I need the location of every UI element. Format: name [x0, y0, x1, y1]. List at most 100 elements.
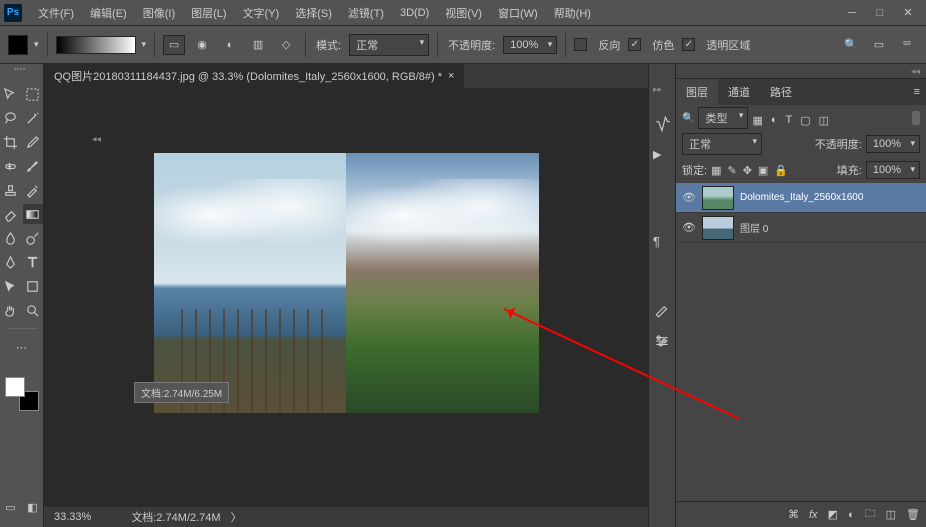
menu-image[interactable]: 图像(I)	[135, 5, 183, 21]
menu-view[interactable]: 视图(V)	[437, 5, 490, 21]
search-icon[interactable]: 🔍	[840, 35, 862, 55]
color-swatches[interactable]	[5, 377, 39, 411]
menu-help[interactable]: 帮助(H)	[546, 5, 599, 21]
tab-paths[interactable]: 路径	[760, 79, 802, 105]
panel-menu-icon[interactable]: ≡	[908, 86, 926, 98]
layer-opacity-dropdown[interactable]: 100%	[866, 135, 920, 153]
adjustment-layer-icon[interactable]: ◐	[848, 509, 855, 521]
delete-layer-icon[interactable]: 🗑	[906, 508, 920, 521]
dither-checkbox[interactable]	[628, 38, 641, 51]
history-panel-icon[interactable]	[653, 116, 671, 134]
menu-3d[interactable]: 3D(D)	[392, 7, 437, 19]
marquee-tool[interactable]	[23, 84, 43, 104]
new-layer-icon[interactable]: ◫	[886, 508, 896, 521]
share-icon[interactable]: ⮹	[896, 35, 918, 55]
brush-panel-icon[interactable]	[653, 300, 671, 318]
menu-filter[interactable]: 滤镜(T)	[340, 5, 392, 21]
doc-size[interactable]: 文档:2.74M/2.74M	[131, 509, 220, 525]
history-brush-tool[interactable]	[23, 180, 43, 200]
link-layers-icon[interactable]: ⌘	[788, 508, 799, 521]
lock-all-icon[interactable]: 🔒	[774, 164, 788, 177]
stamp-tool[interactable]	[1, 180, 21, 200]
quick-mask-button[interactable]: ◧	[23, 497, 43, 517]
filter-pixel-icon[interactable]: ▦	[752, 114, 762, 127]
gradient-angle-icon[interactable]: ◐	[219, 35, 241, 55]
layer-item-0[interactable]: 👁 Dolomites_Italy_2560x1600	[676, 183, 926, 213]
type-tool[interactable]	[23, 252, 43, 272]
screen-mode-button[interactable]: ▭	[1, 497, 21, 517]
menu-select[interactable]: 选择(S)	[287, 5, 340, 21]
filter-adjust-icon[interactable]: ◐	[771, 114, 778, 127]
menu-file[interactable]: 文件(F)	[30, 5, 82, 21]
foreground-color[interactable]	[5, 377, 25, 397]
filter-smart-icon[interactable]: ◫	[819, 114, 829, 127]
gradient-linear-icon[interactable]: ▭	[163, 35, 185, 55]
close-tab-button[interactable]: ×	[448, 70, 454, 82]
gradient-tool[interactable]	[23, 204, 43, 224]
character-panel-icon[interactable]: ¶	[653, 234, 671, 252]
zoom-level[interactable]: 33.33%	[54, 511, 91, 523]
collapse-panels-icon[interactable]: ▸▸	[653, 84, 671, 102]
transparency-checkbox[interactable]	[682, 38, 695, 51]
eraser-tool[interactable]	[1, 204, 21, 224]
menu-window[interactable]: 窗口(W)	[490, 5, 546, 21]
path-select-tool[interactable]	[1, 276, 21, 296]
gradient-radial-icon[interactable]: ◉	[191, 35, 213, 55]
layer-item-1[interactable]: 👁 图层 0	[676, 213, 926, 243]
wand-tool[interactable]	[23, 108, 43, 128]
brush-tool[interactable]	[23, 156, 43, 176]
layer-fill-dropdown[interactable]: 100%	[866, 161, 920, 179]
hand-tool[interactable]	[1, 300, 21, 320]
layer-thumbnail[interactable]	[702, 216, 734, 240]
window-maximize-button[interactable]: □	[866, 3, 894, 23]
filter-toggle[interactable]	[912, 111, 920, 125]
gradient-diamond-icon[interactable]: ◇	[275, 35, 297, 55]
lock-paint-icon[interactable]: ✎	[727, 164, 736, 177]
layer-fx-icon[interactable]: fx	[809, 509, 818, 521]
layer-group-icon[interactable]: 🗀	[865, 505, 876, 524]
lock-position-icon[interactable]: ✥	[743, 164, 752, 177]
move-tool[interactable]	[1, 84, 21, 104]
menu-type[interactable]: 文字(Y)	[235, 5, 288, 21]
collapse-right-panels-icon[interactable]: ◂◂	[676, 64, 926, 78]
gradient-reflected-icon[interactable]: ▥	[247, 35, 269, 55]
filter-type-icon[interactable]: T	[786, 114, 793, 127]
opacity-dropdown[interactable]: 100%	[503, 36, 557, 54]
gradient-picker[interactable]	[56, 36, 136, 54]
lock-artboard-icon[interactable]: ▣	[758, 164, 768, 177]
layer-filter-dropdown[interactable]: 类型	[698, 107, 748, 129]
crop-tool[interactable]	[1, 132, 21, 152]
workspace-icon[interactable]: ▭	[868, 35, 890, 55]
layer-blend-dropdown[interactable]: 正常	[682, 133, 762, 155]
play-icon[interactable]: ▶	[653, 148, 671, 166]
document-tab[interactable]: QQ图片20180311184437.jpg @ 33.3% (Dolomite…	[44, 64, 464, 88]
layer-visibility-icon[interactable]: 👁	[682, 221, 696, 235]
zoom-tool[interactable]	[23, 300, 43, 320]
window-minimize-button[interactable]: ─	[838, 3, 866, 23]
adjustments-panel-icon[interactable]	[653, 332, 671, 350]
tab-channels[interactable]: 通道	[718, 79, 760, 105]
eyedropper-tool[interactable]	[23, 132, 43, 152]
tab-layers[interactable]: 图层	[676, 79, 718, 105]
layer-name[interactable]: Dolomites_Italy_2560x1600	[740, 192, 863, 203]
lasso-tool[interactable]	[1, 108, 21, 128]
menu-layer[interactable]: 图层(L)	[183, 5, 234, 21]
layer-name[interactable]: 图层 0	[740, 220, 768, 235]
blur-tool[interactable]	[1, 228, 21, 248]
gradient-preview-swatch[interactable]	[8, 35, 28, 55]
canvas[interactable]	[154, 153, 539, 413]
filter-shape-icon[interactable]: ▢	[800, 114, 810, 127]
layer-thumbnail[interactable]	[702, 186, 734, 210]
layer-visibility-icon[interactable]: 👁	[682, 191, 696, 205]
pen-tool[interactable]	[1, 252, 21, 272]
healing-tool[interactable]	[1, 156, 21, 176]
shape-tool[interactable]	[23, 276, 43, 296]
dodge-tool[interactable]	[23, 228, 43, 248]
edit-toolbar-button[interactable]: ⋯	[12, 337, 32, 357]
menu-edit[interactable]: 编辑(E)	[82, 5, 135, 21]
reverse-checkbox[interactable]	[574, 38, 587, 51]
window-close-button[interactable]: ✕	[894, 3, 922, 23]
lock-transparency-icon[interactable]: ▦	[711, 164, 721, 177]
blend-mode-dropdown[interactable]: 正常	[349, 34, 429, 56]
layer-mask-icon[interactable]: ◩	[828, 508, 838, 521]
